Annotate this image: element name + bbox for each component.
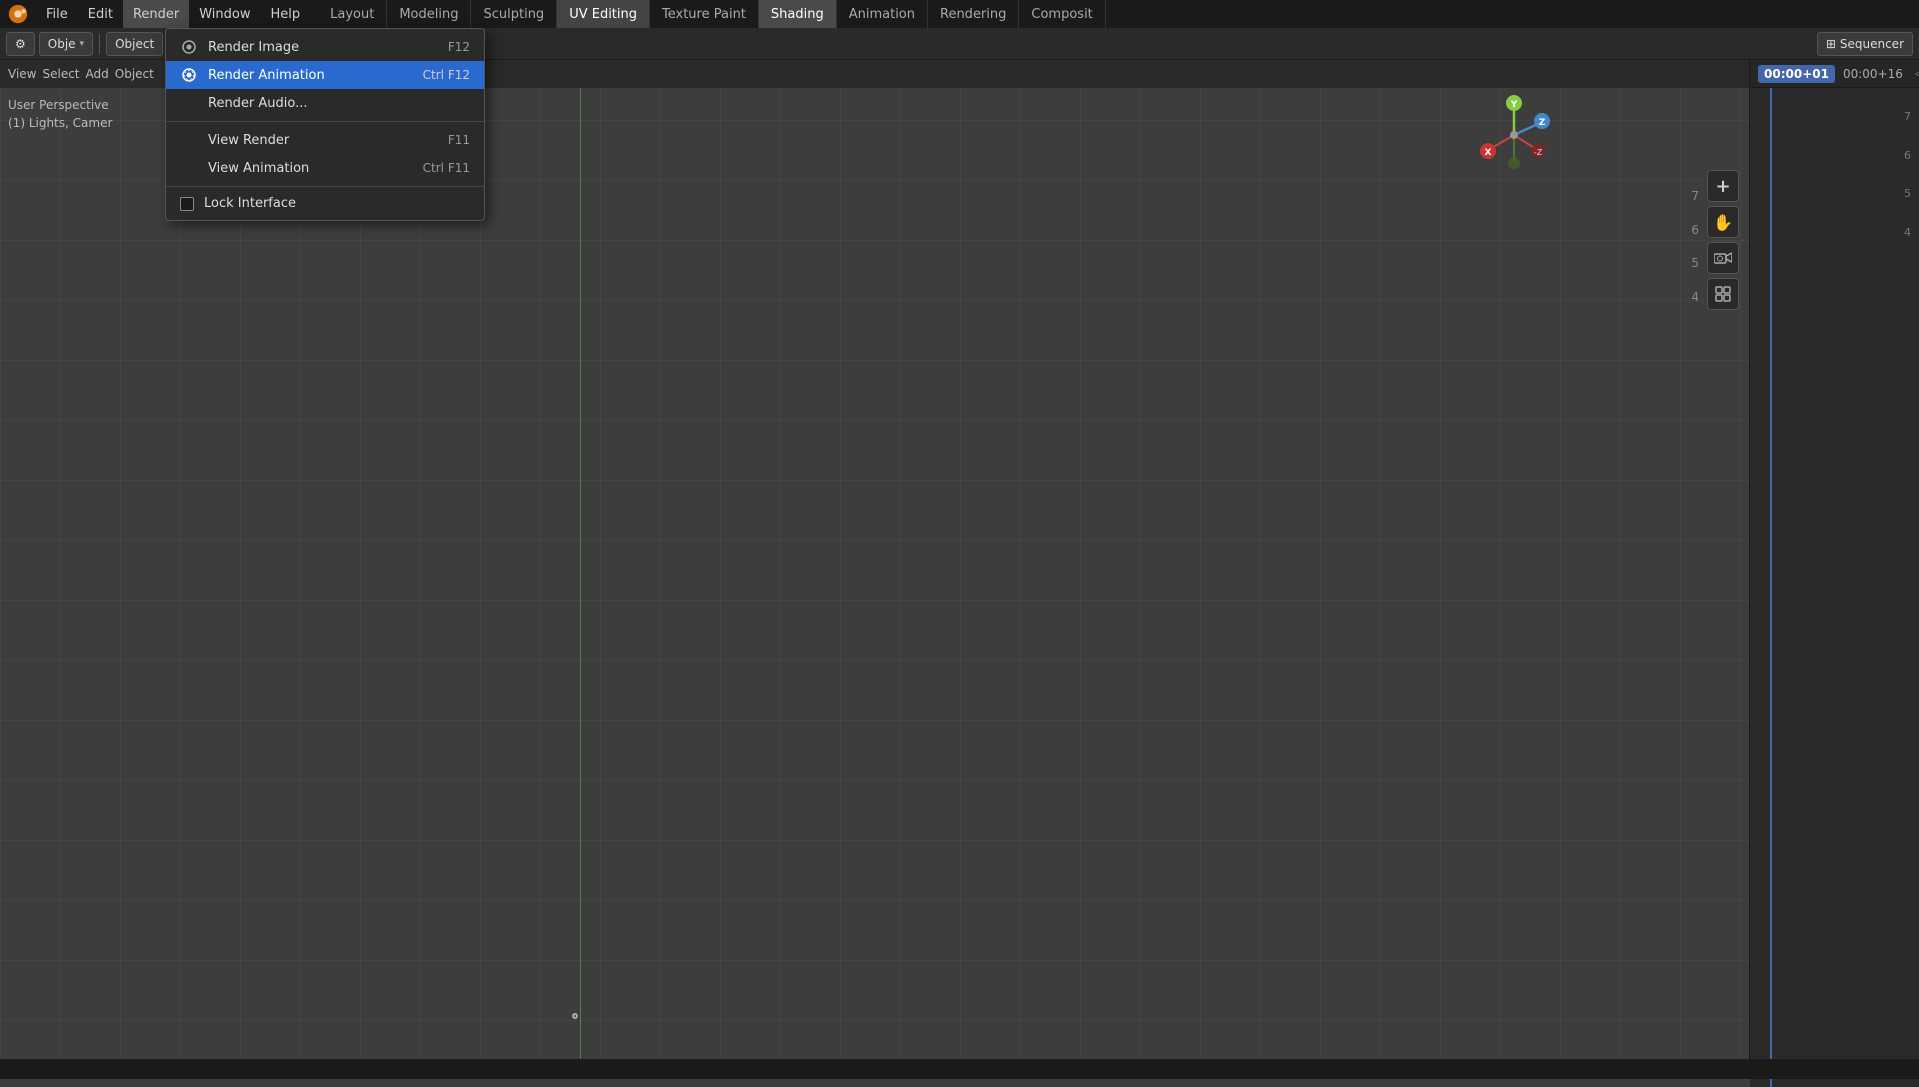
menu-item-render-image[interactable]: Render Image F12 — [166, 33, 484, 61]
perspective-label: User Perspective — [8, 96, 112, 114]
sequencer-label: Sequencer — [1840, 37, 1904, 51]
tl-num-5: 5 — [1904, 175, 1911, 214]
render-image-icon — [180, 38, 198, 56]
menu-file[interactable]: File — [36, 0, 78, 28]
workspace-sculpting[interactable]: Sculpting — [471, 0, 557, 28]
center-line-vertical — [580, 88, 581, 1059]
blender-logo — [0, 0, 36, 28]
chevron-down-icon: ▾ — [80, 39, 85, 49]
transform-space-btn[interactable]: Object — [106, 32, 163, 56]
svg-text:-Z: -Z — [1534, 148, 1543, 157]
menu-separator-2 — [166, 186, 484, 187]
grid-view-btn[interactable] — [1707, 278, 1739, 310]
menu-item-view-animation[interactable]: View Animation Ctrl F11 — [166, 154, 484, 182]
arrows-icon[interactable]: ◁▷ — [1915, 67, 1919, 80]
svg-text:Y: Y — [1510, 100, 1518, 110]
camera-btn[interactable] — [1707, 242, 1739, 274]
lock-interface-label: Lock Interface — [204, 196, 470, 211]
view-render-icon — [180, 131, 198, 149]
gizmo-container: Y -Z X Z — [1474, 95, 1554, 175]
workspace-shading[interactable]: Shading — [759, 0, 837, 28]
viewport-controls: + ✋ — [1707, 170, 1739, 310]
scene-label: (1) Lights, Camer — [8, 114, 112, 132]
top-menu-bar: File Edit Render Window Help Layout Mode… — [0, 0, 1919, 28]
file-menus: File Edit Render Window Help — [36, 0, 310, 28]
lock-interface-checkbox[interactable] — [180, 197, 194, 211]
viewport-object-label: Object — [115, 67, 154, 81]
num-4: 4 — [1691, 281, 1699, 315]
menu-separator-1 — [166, 121, 484, 122]
svg-text:Z: Z — [1539, 118, 1546, 128]
hand-icon: ✋ — [1713, 213, 1733, 232]
svg-text:X: X — [1485, 148, 1492, 158]
tl-num-7: 7 — [1904, 98, 1911, 137]
zoom-in-icon: + — [1715, 176, 1730, 197]
menu-window[interactable]: Window — [189, 0, 260, 28]
menu-item-view-render[interactable]: View Render F11 — [166, 126, 484, 154]
workspace-rendering[interactable]: Rendering — [928, 0, 1019, 28]
menu-render[interactable]: Render — [123, 0, 189, 28]
editor-type-btn[interactable]: ⚙ — [6, 32, 35, 56]
render-animation-label: Render Animation — [208, 68, 413, 83]
timeline-body: 7 6 5 4 — [1750, 88, 1919, 1087]
grid-icon — [1715, 286, 1731, 302]
camera-icon — [1714, 251, 1732, 265]
viewport-menu-label: View — [8, 67, 36, 81]
view-animation-label: View Animation — [208, 161, 413, 176]
workspace-animation[interactable]: Animation — [837, 0, 928, 28]
tl-num-4: 4 — [1904, 214, 1911, 253]
sequencer-icon: ⊞ — [1826, 37, 1836, 51]
workspace-texture-paint[interactable]: Texture Paint — [650, 0, 759, 28]
origin-marker — [572, 1013, 578, 1019]
view-render-shortcut: F11 — [448, 133, 470, 147]
status-bar — [0, 1059, 1919, 1079]
viewport-numbers: 7 6 5 4 — [1691, 180, 1699, 314]
menu-item-lock-interface[interactable]: Lock Interface — [166, 191, 484, 216]
viewport-select-label: Select — [42, 67, 79, 81]
menu-item-render-animation[interactable]: Render Animation Ctrl F12 — [166, 61, 484, 89]
sequencer-btn[interactable]: ⊞ Sequencer — [1817, 32, 1913, 56]
render-dropdown-menu: Render Image F12 Render Animation Ctrl F… — [165, 28, 485, 221]
render-animation-shortcut: Ctrl F12 — [423, 68, 470, 82]
render-image-label: Render Image — [208, 40, 438, 55]
playhead — [1770, 88, 1772, 1087]
mode-label: Obje — [48, 37, 76, 51]
zoom-in-btn[interactable]: + — [1707, 170, 1739, 202]
timeline-numbers: 7 6 5 4 — [1904, 98, 1911, 252]
right-panel: 00:00+01 00:00+16 ◁▷ 7 6 5 4 — [1749, 60, 1919, 1059]
menu-edit[interactable]: Edit — [78, 0, 123, 28]
mode-selector[interactable]: Obje ▾ — [39, 32, 93, 56]
tl-num-6: 6 — [1904, 137, 1911, 176]
current-time-display: 00:00+01 — [1758, 65, 1835, 83]
workspace-composit[interactable]: Composit — [1019, 0, 1105, 28]
num-5: 5 — [1691, 247, 1699, 281]
render-animation-icon — [180, 66, 198, 84]
end-time-display: 00:00+16 — [1843, 67, 1903, 81]
render-audio-icon — [180, 94, 198, 112]
pan-btn[interactable]: ✋ — [1707, 206, 1739, 238]
viewport-info: User Perspective (1) Lights, Camer — [8, 96, 112, 132]
viewport-add-label: Add — [86, 67, 109, 81]
workspace-modeling[interactable]: Modeling — [387, 0, 471, 28]
num-7: 7 — [1691, 180, 1699, 214]
menu-item-render-audio[interactable]: Render Audio... — [166, 89, 484, 117]
right-panel-header: 00:00+01 00:00+16 ◁▷ — [1750, 60, 1919, 88]
num-6: 6 — [1691, 214, 1699, 248]
workspace-uv-editing[interactable]: UV Editing — [557, 0, 650, 28]
render-image-shortcut: F12 — [448, 40, 470, 54]
toolbar-divider-1 — [99, 34, 100, 54]
render-audio-label: Render Audio... — [208, 96, 460, 111]
workspace-layout[interactable]: Layout — [318, 0, 387, 28]
view-animation-shortcut: Ctrl F11 — [423, 161, 470, 175]
view-render-label: View Render — [208, 133, 438, 148]
view-animation-icon — [180, 159, 198, 177]
transform-label: Object — [115, 37, 154, 51]
menu-help[interactable]: Help — [261, 0, 311, 28]
grid-icon: ⚙ — [15, 37, 26, 51]
workspace-tabs: Layout Modeling Sculpting UV Editing Tex… — [318, 0, 1106, 28]
